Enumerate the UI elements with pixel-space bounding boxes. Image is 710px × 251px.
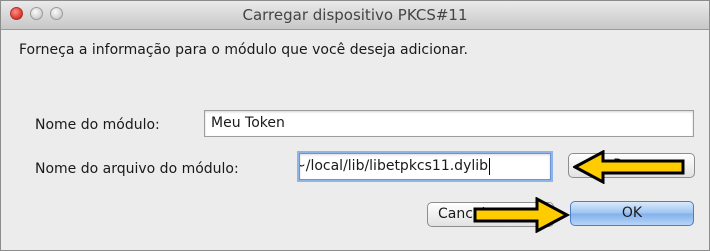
ok-button-label: OK bbox=[621, 205, 643, 221]
title-bar: Carregar dispositivo PKCS#11 bbox=[1, 1, 709, 30]
module-name-value: Meu Token bbox=[211, 115, 285, 131]
window-title: Carregar dispositivo PKCS#11 bbox=[242, 6, 468, 24]
instruction-text: Forneça a informação para o módulo que v… bbox=[19, 42, 468, 58]
module-name-label: Nome do módulo: bbox=[35, 117, 160, 133]
annotation-arrow-right-icon bbox=[473, 197, 571, 233]
text-caret bbox=[489, 157, 491, 175]
ok-button[interactable]: OK bbox=[570, 201, 694, 226]
module-file-field[interactable]: ~/local/lib/libetpkcs11.dylib bbox=[299, 153, 551, 180]
annotation-arrow-left-icon bbox=[573, 150, 685, 184]
pkcs11-dialog-window: Carregar dispositivo PKCS#11 Forneça a i… bbox=[0, 0, 710, 251]
module-file-value: ~/local/lib/libetpkcs11.dylib bbox=[299, 158, 489, 174]
module-name-field[interactable]: Meu Token bbox=[204, 110, 694, 137]
module-file-label: Nome do arquivo do módulo: bbox=[35, 161, 239, 177]
